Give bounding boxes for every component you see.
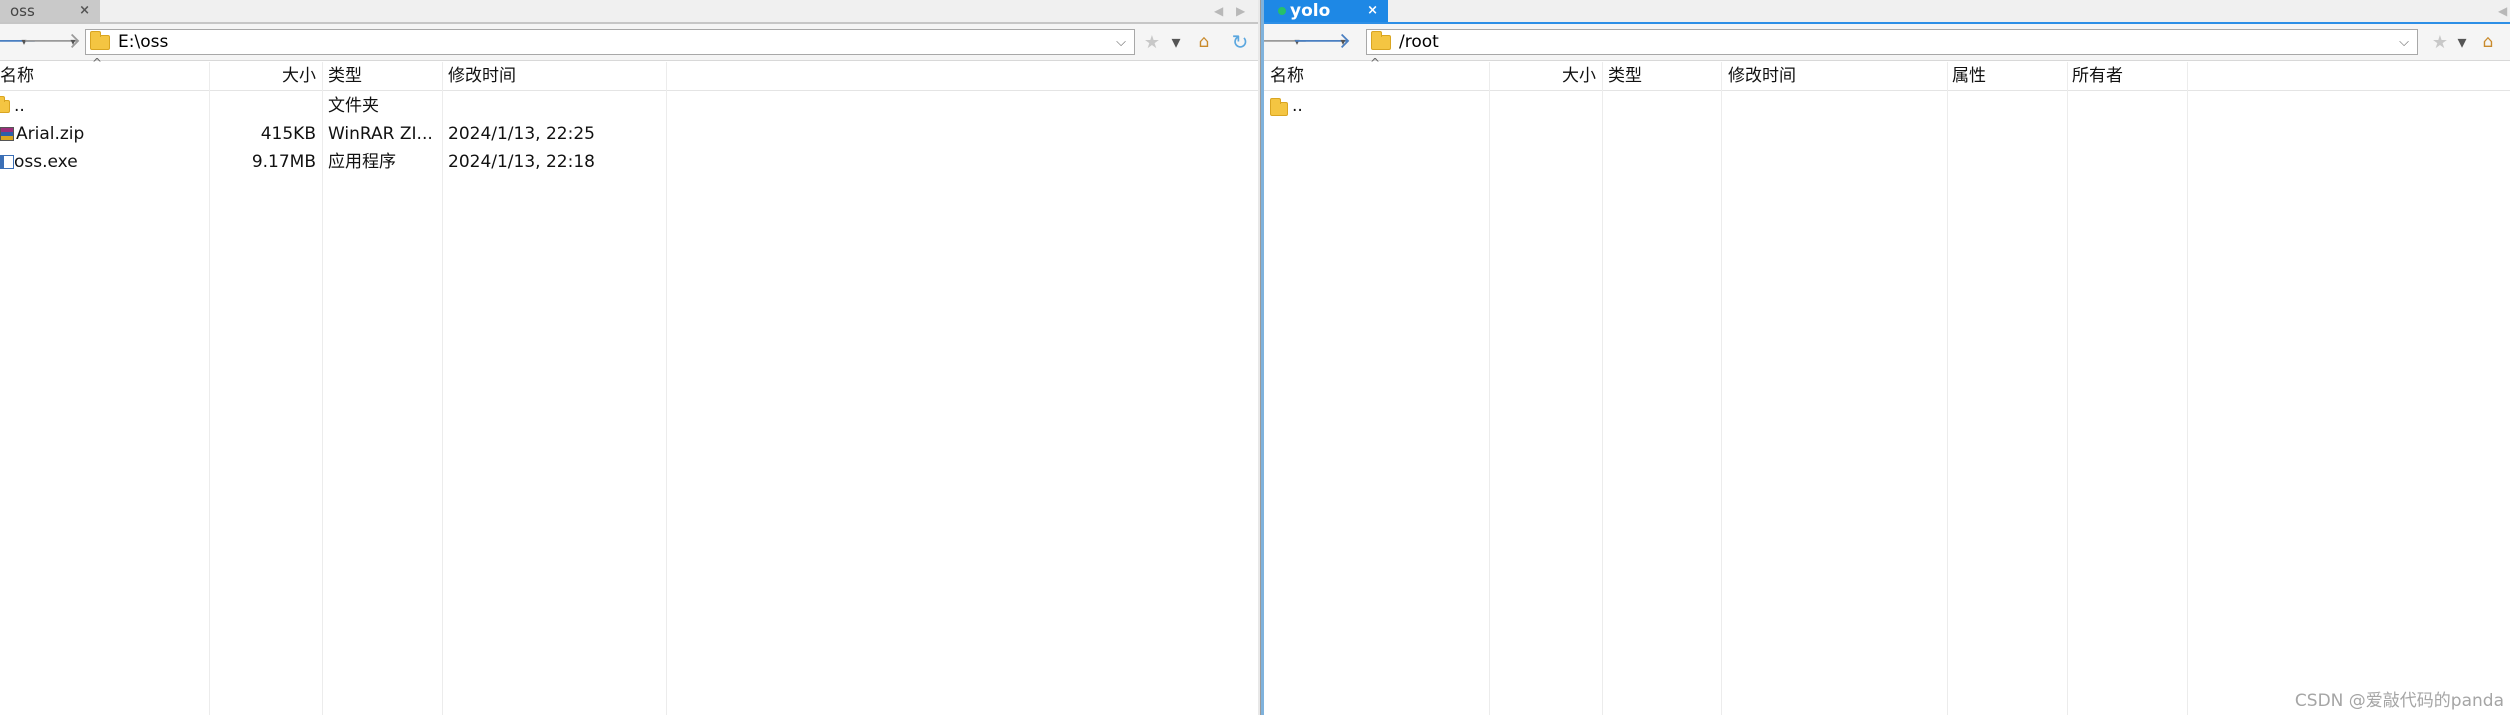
folder-icon [90, 30, 110, 50]
refresh-icon[interactable]: ↻ [1230, 30, 1250, 54]
file-size: 415KB [260, 124, 316, 144]
file-row[interactable]: Arial.zip 415KB WinRAR ZI... 2024/1/13, … [0, 120, 1258, 148]
column-owner[interactable]: 所有者 [2072, 62, 2186, 90]
file-name: .. [14, 96, 25, 116]
star-icon[interactable]: ★ [2430, 32, 2450, 53]
file-modified [448, 92, 664, 120]
column-header: ^ 名称 大小 类型 修改时间 [0, 56, 1258, 91]
forward-history-dropdown[interactable]: ▾ [1336, 30, 1350, 54]
tab-oss[interactable]: oss × [0, 0, 100, 22]
home-icon[interactable]: ⌂ [2478, 32, 2498, 52]
chevron-down-icon[interactable]: ⌵ [1116, 35, 1126, 50]
address-bar[interactable]: /root ⌵ [1366, 29, 2418, 55]
exe-file-icon [0, 155, 14, 169]
file-name: Arial.zip [16, 124, 85, 144]
star-icon[interactable]: ★ [1142, 32, 1162, 53]
file-size: 9.17MB [251, 152, 316, 172]
forward-history-dropdown[interactable]: ▾ [66, 30, 80, 54]
column-divider[interactable] [2067, 62, 2068, 715]
connection-status-icon [1278, 7, 1286, 15]
tab-bar: oss × ◀ ▶ [0, 0, 1258, 24]
chevron-down-icon: ▾ [1340, 36, 1346, 48]
forward-button[interactable]: 🡒 [1293, 30, 1352, 54]
file-size [210, 92, 316, 120]
file-modified: 2024/1/13, 22:18 [448, 152, 595, 172]
chevron-down-icon[interactable]: ⌵ [2399, 35, 2409, 50]
column-divider[interactable] [1602, 62, 1603, 715]
chevron-down-icon[interactable]: ▾ [2452, 32, 2472, 53]
column-divider[interactable] [1721, 62, 1722, 715]
forward-button[interactable]: 🡒 [23, 30, 82, 54]
watermark: CSDN @爱敲代码的panda [2294, 691, 2504, 711]
column-modified[interactable]: 修改时间 [1728, 62, 1948, 90]
back-button[interactable]: 🡐 [1264, 30, 1309, 54]
file-type: 应用程序 [328, 152, 396, 172]
toolbar: 🡐 ▾ 🡒 ▾ /root ⌵ ★ ▾ ⌂ [1264, 24, 2510, 61]
file-row[interactable]: .. 文件夹 [0, 92, 1258, 120]
column-divider[interactable] [2187, 62, 2188, 715]
file-row[interactable]: oss.exe 9.17MB 应用程序 2024/1/13, 22:18 [0, 148, 1258, 176]
address-bar[interactable]: E:\oss ⌵ [85, 29, 1135, 55]
local-pane: oss × ◀ ▶ 🡐 ▾ 🡒 ▾ E:\oss ⌵ ★ ▾ ⌂ ↻ ^ 名称 … [0, 0, 1258, 715]
toolbar: 🡐 ▾ 🡒 ▾ E:\oss ⌵ ★ ▾ ⌂ ↻ [0, 24, 1258, 61]
close-icon[interactable]: × [1367, 1, 1378, 21]
folder-icon [0, 96, 10, 113]
file-type: 文件夹 [328, 96, 379, 116]
chevron-down-icon: ▾ [70, 36, 76, 48]
column-type[interactable]: 类型 [1608, 62, 1722, 90]
remote-pane: yolo × ◀ 🡐 ▾ 🡒 ▾ /root ⌵ ★ ▾ ⌂ ^ 名称 大小 类… [1264, 0, 2510, 715]
column-divider[interactable] [1947, 62, 1948, 715]
file-name: .. [1292, 96, 1303, 116]
column-name[interactable]: 名称 [0, 62, 210, 90]
folder-icon [1270, 98, 1288, 116]
file-modified: 2024/1/13, 22:25 [448, 124, 595, 144]
column-divider[interactable] [1489, 62, 1490, 715]
folder-icon [1371, 30, 1391, 50]
tab-scroll-left-icon[interactable]: ◀ [1214, 3, 1223, 19]
tab-label: yolo [1290, 1, 1331, 21]
column-name[interactable]: 名称 [1270, 62, 1490, 90]
address-path: /root [1399, 32, 1439, 52]
file-name: oss.exe [14, 152, 78, 172]
column-type[interactable]: 类型 [328, 62, 442, 90]
column-size[interactable]: 大小 [210, 62, 322, 90]
column-header: ^ 名称 大小 类型 修改时间 属性 所有者 [1264, 56, 2510, 91]
file-row[interactable]: .. [1264, 92, 2510, 120]
address-path: E:\oss [118, 32, 169, 52]
tab-scroll-right-icon[interactable]: ▶ [1236, 3, 1245, 19]
chevron-down-icon[interactable]: ▾ [1166, 32, 1186, 53]
home-icon[interactable]: ⌂ [1194, 32, 1214, 52]
back-button[interactable]: 🡐 [0, 30, 38, 54]
tab-yolo[interactable]: yolo × [1264, 0, 1388, 22]
file-type: WinRAR ZI... [328, 124, 433, 144]
zip-file-icon [0, 127, 14, 141]
tab-label: oss [10, 2, 35, 20]
column-modified[interactable]: 修改时间 [448, 62, 666, 90]
tab-scroll-left-icon[interactable]: ◀ [2498, 3, 2507, 19]
tab-bar: yolo × ◀ [1264, 0, 2510, 25]
close-icon[interactable]: × [79, 1, 90, 21]
column-attributes[interactable]: 属性 [1952, 62, 2066, 90]
column-size[interactable]: 大小 [1490, 62, 1602, 90]
